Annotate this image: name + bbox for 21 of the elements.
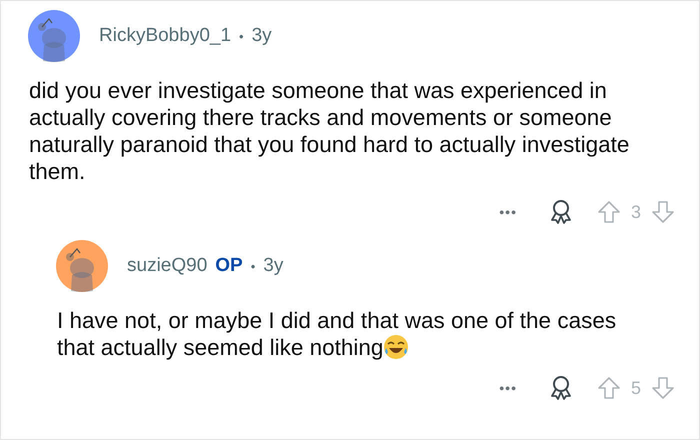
downvote-icon[interactable]	[651, 200, 675, 224]
separator-dot: •	[250, 258, 256, 274]
comment-age: 3y	[263, 255, 284, 277]
comment-text: I have not, or maybe I did and that was one of the cases that actually seemed like nothing	[57, 307, 618, 361]
more-options[interactable]: •••	[499, 380, 517, 396]
award-icon[interactable]	[548, 199, 573, 225]
comment-text: did you ever investigate someone that was experienced in actually covering there tracks and movements or someone naturally paranoid that you found hard to actually investigate them.	[29, 77, 630, 185]
username[interactable]: RickyBobby0_1	[99, 25, 232, 47]
downvote-icon[interactable]	[651, 376, 675, 400]
award-icon[interactable]	[548, 375, 573, 401]
upvote-icon[interactable]	[596, 376, 621, 400]
avatar-icon[interactable]	[55, 239, 109, 293]
avatar-icon[interactable]	[27, 9, 81, 63]
op-label: OP	[215, 255, 243, 277]
upvote-icon[interactable]	[596, 200, 621, 224]
vote-count: 3	[630, 202, 641, 222]
comment-age: 3y	[252, 25, 272, 47]
username[interactable]: suzieQ90	[127, 255, 208, 277]
separator-dot: •	[239, 28, 244, 44]
more-options[interactable]: •••	[499, 204, 517, 220]
vote-count: 5	[630, 378, 641, 398]
